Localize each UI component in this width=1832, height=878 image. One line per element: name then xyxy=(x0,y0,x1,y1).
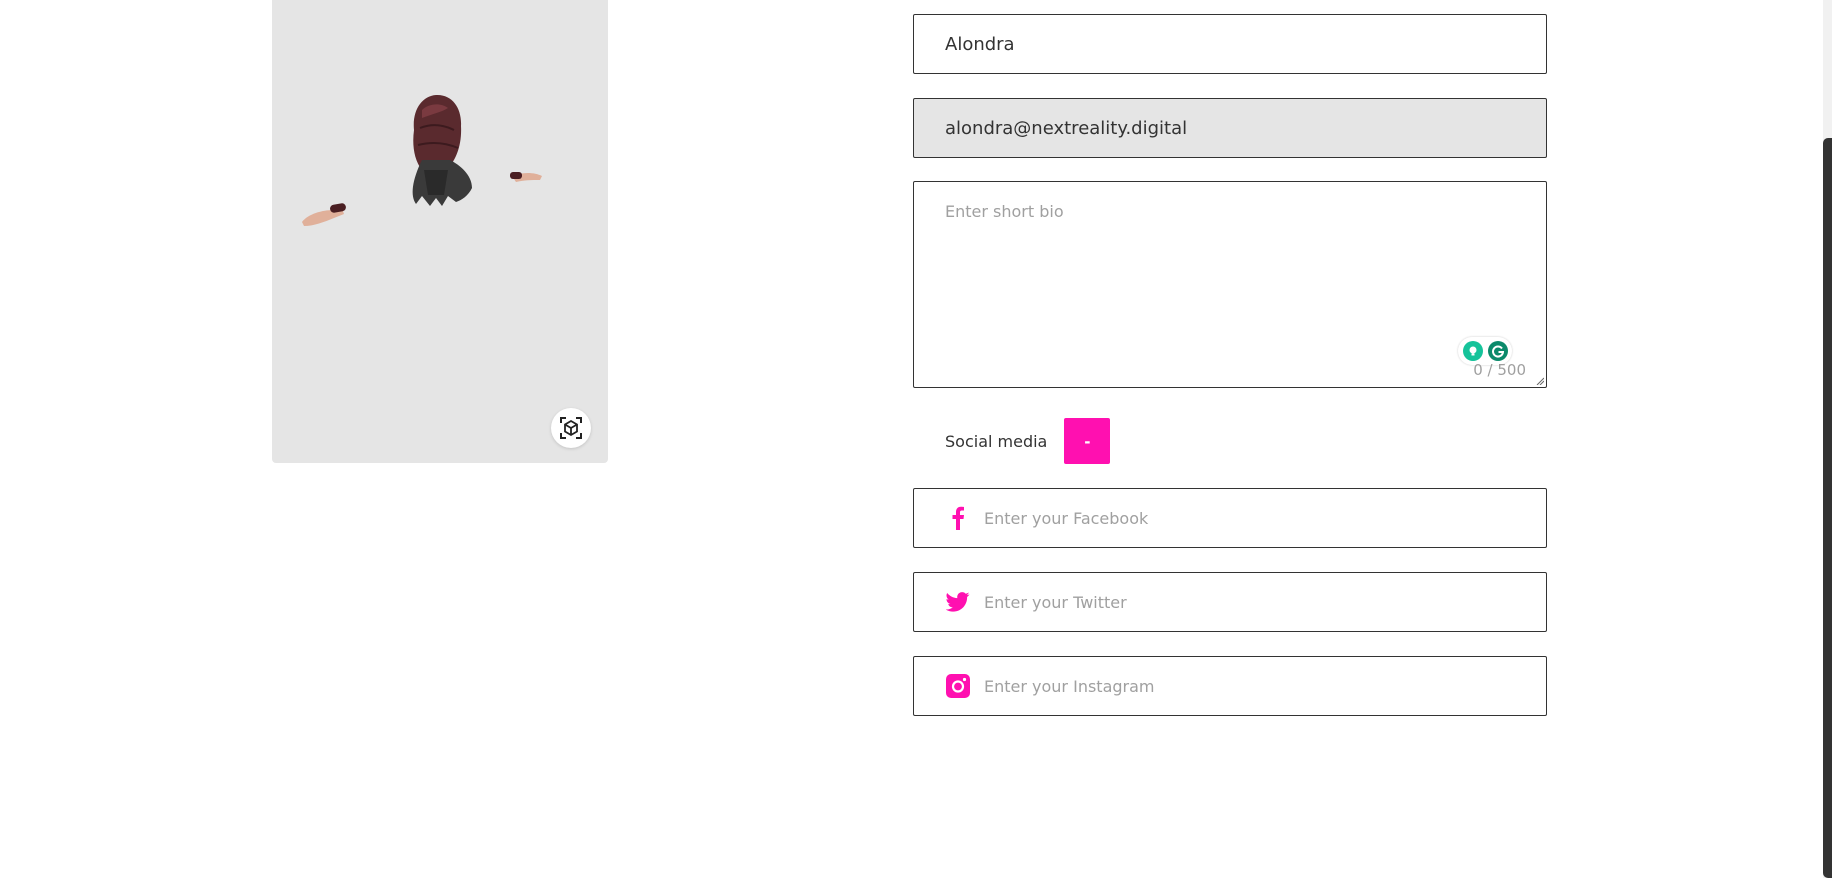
grammarly-bulb-icon[interactable] xyxy=(1462,341,1483,361)
facebook-field-container xyxy=(913,488,1547,548)
ar-cube-scan-icon xyxy=(560,417,582,439)
page-scrollbar-thumb[interactable] xyxy=(1823,138,1832,878)
social-media-collapse-button[interactable]: - xyxy=(1064,418,1111,464)
facebook-input[interactable] xyxy=(984,489,1546,547)
twitter-icon xyxy=(944,588,972,616)
bio-textarea[interactable] xyxy=(914,182,1546,372)
email-input xyxy=(914,99,1546,157)
twitter-field-container xyxy=(913,572,1547,632)
avatar-preview-panel[interactable] xyxy=(272,0,608,463)
social-media-label: Social media xyxy=(945,431,1048,451)
bio-character-counter: 0 / 500 xyxy=(1473,361,1526,379)
avatar-3d-model[interactable] xyxy=(272,0,608,463)
resize-grip-icon[interactable] xyxy=(1536,377,1544,385)
social-media-header: Social media - xyxy=(945,418,1111,464)
email-field-container xyxy=(913,98,1547,158)
bio-field-container: 0 / 500 xyxy=(913,181,1547,388)
twitter-input[interactable] xyxy=(984,573,1546,631)
ar-view-button[interactable] xyxy=(551,408,591,448)
name-input[interactable] xyxy=(914,15,1546,73)
instagram-field-container xyxy=(913,656,1547,716)
instagram-input[interactable] xyxy=(984,657,1546,715)
instagram-icon xyxy=(944,672,972,700)
profile-edit-page: 0 / 500 Social media - xyxy=(0,0,1832,878)
facebook-icon xyxy=(944,504,972,532)
name-field-container xyxy=(913,14,1547,74)
grammarly-logo-icon[interactable] xyxy=(1487,341,1508,361)
